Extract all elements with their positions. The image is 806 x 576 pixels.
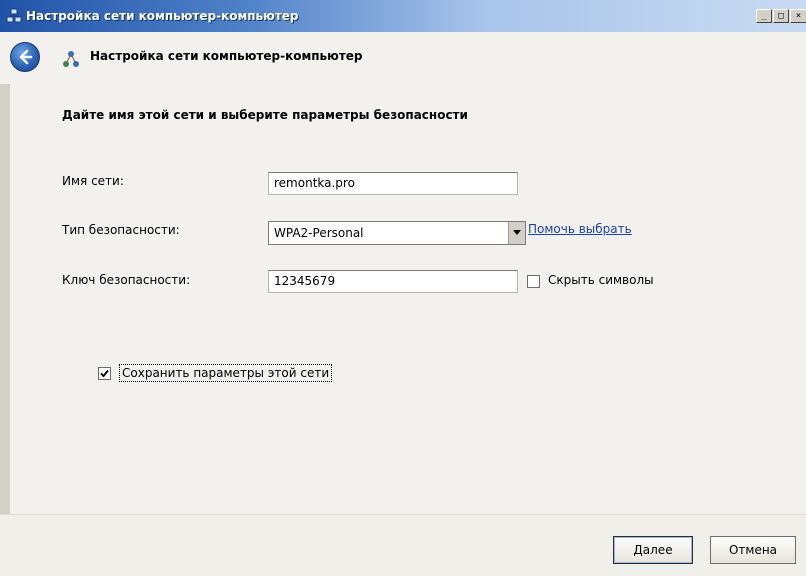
chevron-down-icon xyxy=(513,230,521,235)
security-key-input[interactable]: 12345679 xyxy=(268,270,518,293)
close-button[interactable]: × xyxy=(790,9,806,23)
hide-characters-label[interactable]: Скрыть символы xyxy=(548,273,654,287)
minimize-button[interactable]: _ xyxy=(756,9,772,23)
security-key-label: Ключ безопасности: xyxy=(62,273,191,287)
back-button[interactable] xyxy=(10,42,40,72)
security-type-value: WPA2-Personal xyxy=(274,226,364,240)
security-type-select[interactable]: WPA2-Personal xyxy=(268,221,526,245)
wizard-content: Дайте имя этой сети и выберите параметры… xyxy=(10,84,806,514)
maximize-button[interactable]: □ xyxy=(773,9,789,23)
network-name-label: Имя сети: xyxy=(62,174,124,188)
save-settings-checkbox[interactable] xyxy=(98,367,111,380)
hide-characters-checkbox[interactable] xyxy=(527,275,540,288)
dropdown-button[interactable] xyxy=(508,222,525,244)
cancel-button[interactable]: Отмена xyxy=(710,536,796,564)
network-icon xyxy=(62,50,80,68)
help-choose-link[interactable]: Помочь выбрать xyxy=(528,222,632,236)
back-arrow-icon xyxy=(19,49,33,65)
section-heading: Дайте имя этой сети и выберите параметры… xyxy=(62,108,468,122)
security-type-label: Тип безопасности: xyxy=(62,223,180,237)
wizard-footer: Далее Отмена xyxy=(0,514,806,576)
network-name-input[interactable]: remontka.pro xyxy=(268,172,518,195)
wizard-header: Настройка сети компьютер-компьютер xyxy=(0,32,806,84)
next-button[interactable]: Далее xyxy=(613,536,693,564)
network-icon xyxy=(6,8,22,24)
page-title: Настройка сети компьютер-компьютер xyxy=(90,49,363,63)
save-settings-label[interactable]: Сохранить параметры этой сети xyxy=(119,364,333,382)
window-title: Настройка сети компьютер-компьютер xyxy=(26,9,299,23)
title-bar: Настройка сети компьютер-компьютер _ □ × xyxy=(0,0,806,32)
checkmark-icon xyxy=(100,369,109,378)
